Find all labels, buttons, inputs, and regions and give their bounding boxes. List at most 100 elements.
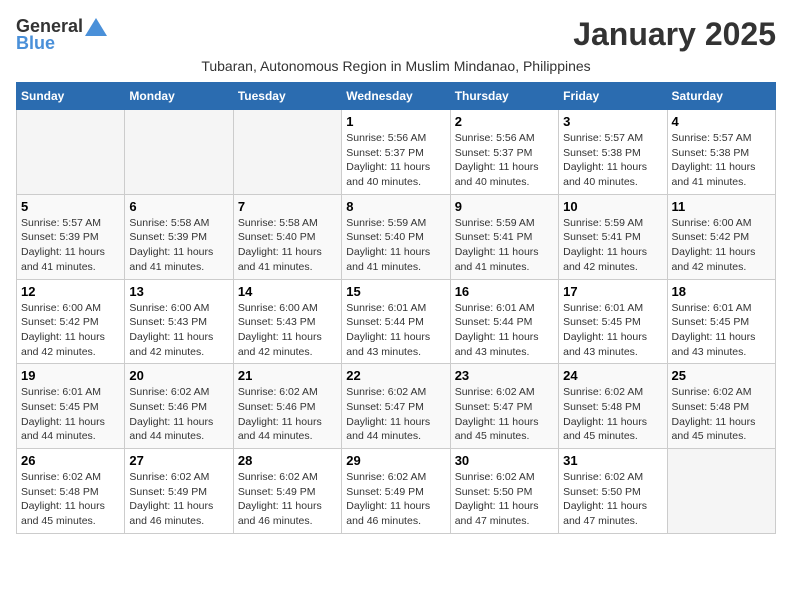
- calendar-cell: 5Sunrise: 5:57 AMSunset: 5:39 PMDaylight…: [17, 194, 125, 279]
- calendar-cell: [125, 110, 233, 195]
- logo-icon: [85, 18, 107, 36]
- calendar-cell: [17, 110, 125, 195]
- calendar-cell: 11Sunrise: 6:00 AMSunset: 5:42 PMDayligh…: [667, 194, 775, 279]
- calendar-cell: 16Sunrise: 6:01 AMSunset: 5:44 PMDayligh…: [450, 279, 558, 364]
- cell-sun-info: Sunrise: 5:59 AMSunset: 5:40 PMDaylight:…: [346, 216, 445, 275]
- calendar-cell: 2 Sunrise: 5:56 AMSunset: 5:37 PMDaylight…: [450, 110, 558, 195]
- calendar-cell: 14 Sunrise: 6:00 AMSunset: 5:43 PMDayligh…: [233, 279, 341, 364]
- day-number: 7: [238, 199, 337, 214]
- day-number: 17: [563, 284, 662, 299]
- calendar-cell: 23Sunrise: 6:02 AMSunset: 5:47 PMDayligh…: [450, 364, 558, 449]
- day-number: 31: [563, 453, 662, 468]
- cell-sun-info: Sunrise: 5:57 AMSunset: 5:38 PMDaylight:…: [672, 131, 771, 190]
- cell-sun-info: Sunrise: 5:57 AMSunset: 5:39 PMDaylight:…: [21, 216, 120, 275]
- calendar-cell: 13Sunrise: 6:00 AMSunset: 5:43 PMDayligh…: [125, 279, 233, 364]
- cell-sun-info: Sunrise: 6:00 AMSunset: 5:43 PMDaylight:…: [238, 301, 337, 360]
- day-number: 8: [346, 199, 445, 214]
- calendar-cell: 12 Sunrise: 6:00 AMSunset: 5:42 PMDayligh…: [17, 279, 125, 364]
- cell-sun-info: Sunrise: 6:02 AMSunset: 5:49 PMDaylight:…: [346, 470, 445, 529]
- day-number: 10: [563, 199, 662, 214]
- cell-sun-info: Sunrise: 6:02 AMSunset: 5:48 PMDaylight:…: [21, 470, 120, 529]
- day-number: 28: [238, 453, 337, 468]
- cell-sun-info: Sunrise: 6:02 AMSunset: 5:47 PMDaylight:…: [346, 385, 445, 444]
- calendar-cell: 28 Sunrise: 6:02 AMSunset: 5:49 PMDayligh…: [233, 449, 341, 534]
- weekday-header-monday: Monday: [125, 83, 233, 110]
- day-number: 13: [129, 284, 228, 299]
- calendar-cell: 31Sunrise: 6:02 AMSunset: 5:50 PMDayligh…: [559, 449, 667, 534]
- calendar-cell: 25 Sunrise: 6:02 AMSunset: 5:48 PMDayligh…: [667, 364, 775, 449]
- cell-sun-info: Sunrise: 5:56 AMSunset: 5:37 PMDaylight:…: [346, 131, 445, 190]
- weekday-header-tuesday: Tuesday: [233, 83, 341, 110]
- day-number: 26: [21, 453, 120, 468]
- cell-sun-info: Sunrise: 6:02 AMSunset: 5:48 PMDaylight:…: [672, 385, 771, 444]
- calendar-cell: [667, 449, 775, 534]
- calendar-cell: 20Sunrise: 6:02 AMSunset: 5:46 PMDayligh…: [125, 364, 233, 449]
- page-header: General Blue January 2025: [16, 16, 776, 54]
- day-number: 19: [21, 368, 120, 383]
- calendar-subtitle: Tubaran, Autonomous Region in Muslim Min…: [16, 58, 776, 74]
- calendar-cell: 1 Sunrise: 5:56 AMSunset: 5:37 PMDaylight…: [342, 110, 450, 195]
- day-number: 15: [346, 284, 445, 299]
- calendar-cell: 29 Sunrise: 6:02 AMSunset: 5:49 PMDayligh…: [342, 449, 450, 534]
- calendar-table: SundayMondayTuesdayWednesdayThursdayFrid…: [16, 82, 776, 534]
- calendar-cell: [233, 110, 341, 195]
- day-number: 29: [346, 453, 445, 468]
- day-number: 16: [455, 284, 554, 299]
- calendar-cell: 17 Sunrise: 6:01 AMSunset: 5:45 PMDayligh…: [559, 279, 667, 364]
- weekday-header-thursday: Thursday: [450, 83, 558, 110]
- calendar-cell: 27 Sunrise: 6:02 AMSunset: 5:49 PMDayligh…: [125, 449, 233, 534]
- calendar-week-row: 12 Sunrise: 6:00 AMSunset: 5:42 PMDayligh…: [17, 279, 776, 364]
- day-number: 9: [455, 199, 554, 214]
- day-number: 12: [21, 284, 120, 299]
- calendar-week-row: 26 Sunrise: 6:02 AMSunset: 5:48 PMDayligh…: [17, 449, 776, 534]
- day-number: 4: [672, 114, 771, 129]
- weekday-header-friday: Friday: [559, 83, 667, 110]
- calendar-cell: 21Sunrise: 6:02 AMSunset: 5:46 PMDayligh…: [233, 364, 341, 449]
- day-number: 22: [346, 368, 445, 383]
- calendar-cell: 7Sunrise: 5:58 AMSunset: 5:40 PMDaylight…: [233, 194, 341, 279]
- cell-sun-info: Sunrise: 6:01 AMSunset: 5:44 PMDaylight:…: [346, 301, 445, 360]
- cell-sun-info: Sunrise: 5:56 AMSunset: 5:37 PMDaylight:…: [455, 131, 554, 190]
- weekday-header-sunday: Sunday: [17, 83, 125, 110]
- calendar-cell: 9 Sunrise: 5:59 AMSunset: 5:41 PMDaylight…: [450, 194, 558, 279]
- day-number: 24: [563, 368, 662, 383]
- calendar-cell: 24 Sunrise: 6:02 AMSunset: 5:48 PMDayligh…: [559, 364, 667, 449]
- calendar-cell: 6Sunrise: 5:58 AMSunset: 5:39 PMDaylight…: [125, 194, 233, 279]
- day-number: 3: [563, 114, 662, 129]
- weekday-header-saturday: Saturday: [667, 83, 775, 110]
- weekday-header-wednesday: Wednesday: [342, 83, 450, 110]
- day-number: 14: [238, 284, 337, 299]
- cell-sun-info: Sunrise: 6:01 AMSunset: 5:45 PMDaylight:…: [672, 301, 771, 360]
- day-number: 25: [672, 368, 771, 383]
- cell-sun-info: Sunrise: 6:02 AMSunset: 5:46 PMDaylight:…: [238, 385, 337, 444]
- cell-sun-info: Sunrise: 5:59 AMSunset: 5:41 PMDaylight:…: [455, 216, 554, 275]
- cell-sun-info: Sunrise: 6:02 AMSunset: 5:49 PMDaylight:…: [238, 470, 337, 529]
- calendar-cell: 18Sunrise: 6:01 AMSunset: 5:45 PMDayligh…: [667, 279, 775, 364]
- calendar-cell: 4 Sunrise: 5:57 AMSunset: 5:38 PMDaylight…: [667, 110, 775, 195]
- calendar-cell: 22 Sunrise: 6:02 AMSunset: 5:47 PMDayligh…: [342, 364, 450, 449]
- cell-sun-info: Sunrise: 6:02 AMSunset: 5:47 PMDaylight:…: [455, 385, 554, 444]
- calendar-cell: 10Sunrise: 5:59 AMSunset: 5:41 PMDayligh…: [559, 194, 667, 279]
- calendar-cell: 26 Sunrise: 6:02 AMSunset: 5:48 PMDayligh…: [17, 449, 125, 534]
- calendar-cell: 19Sunrise: 6:01 AMSunset: 5:45 PMDayligh…: [17, 364, 125, 449]
- calendar-week-row: 19Sunrise: 6:01 AMSunset: 5:45 PMDayligh…: [17, 364, 776, 449]
- cell-sun-info: Sunrise: 6:01 AMSunset: 5:45 PMDaylight:…: [563, 301, 662, 360]
- day-number: 27: [129, 453, 228, 468]
- cell-sun-info: Sunrise: 6:02 AMSunset: 5:48 PMDaylight:…: [563, 385, 662, 444]
- day-number: 30: [455, 453, 554, 468]
- day-number: 2: [455, 114, 554, 129]
- logo-blue-text: Blue: [16, 33, 55, 54]
- day-number: 20: [129, 368, 228, 383]
- day-number: 1: [346, 114, 445, 129]
- calendar-week-row: 1 Sunrise: 5:56 AMSunset: 5:37 PMDaylight…: [17, 110, 776, 195]
- month-title: January 2025: [573, 16, 776, 53]
- cell-sun-info: Sunrise: 5:57 AMSunset: 5:38 PMDaylight:…: [563, 131, 662, 190]
- cell-sun-info: Sunrise: 5:58 AMSunset: 5:39 PMDaylight:…: [129, 216, 228, 275]
- calendar-cell: 30Sunrise: 6:02 AMSunset: 5:50 PMDayligh…: [450, 449, 558, 534]
- logo: General Blue: [16, 16, 107, 54]
- calendar-cell: 8 Sunrise: 5:59 AMSunset: 5:40 PMDaylight…: [342, 194, 450, 279]
- calendar-cell: 3 Sunrise: 5:57 AMSunset: 5:38 PMDaylight…: [559, 110, 667, 195]
- cell-sun-info: Sunrise: 6:02 AMSunset: 5:49 PMDaylight:…: [129, 470, 228, 529]
- cell-sun-info: Sunrise: 6:00 AMSunset: 5:42 PMDaylight:…: [21, 301, 120, 360]
- calendar-week-row: 5Sunrise: 5:57 AMSunset: 5:39 PMDaylight…: [17, 194, 776, 279]
